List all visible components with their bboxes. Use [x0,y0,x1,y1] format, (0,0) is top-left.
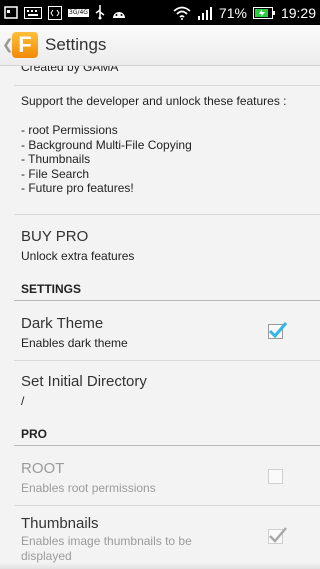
keyboard-icon [24,6,42,19]
section-header-settings: SETTINGS [21,282,82,296]
checkmark-icon [268,322,288,339]
divider [14,360,320,361]
data-3g-4g-icon: 3G/4G [68,8,89,17]
page-title: Settings [45,35,107,54]
status-bar-left: 3G/4G [4,5,127,20]
settings-list[interactable]: Created by GAMA Support the developer an… [0,66,320,569]
battery-percent: 71% [218,4,247,21]
root-checkbox[interactable] [268,469,283,484]
initial-directory-summary: / [21,394,25,408]
action-bar: ❮ F Settings [0,25,320,66]
code-icon [48,5,62,20]
section-divider [14,445,320,446]
up-navigation-icon[interactable]: ❮ [2,37,14,53]
status-bar: 3G/4G 71% 19:29 [0,0,320,25]
status-bar-right: 71% 19:29 [173,5,316,21]
root-summary: Enables root permissions [21,481,156,495]
support-developer-text: Support the developer and unlock these f… [21,94,287,195]
thumbnails-title: Thumbnails [21,515,99,532]
section-header-pro: PRO [21,427,48,441]
dark-theme-title: Dark Theme [21,315,104,332]
section-divider [14,300,320,301]
wifi-icon [173,6,191,20]
bottom-shade [0,563,320,569]
battery-charging-icon [252,6,275,19]
divider [14,85,320,86]
buy-pro-summary: Unlock extra features [21,249,135,263]
thumbnails-summary: Enables image thumbnails to be displayed [21,534,192,563]
usb-icon [95,5,105,20]
signal-icon [197,6,213,20]
initial-directory-title: Set Initial Directory [21,373,147,390]
created-by-text: Created by GAMA [21,66,119,74]
root-title: ROOT [21,460,65,477]
android-icon [111,7,127,19]
buy-pro-title: BUY PRO [21,228,89,245]
dark-theme-summary: Enables dark theme [21,336,128,350]
clock: 19:29 [280,4,316,21]
app-icon[interactable]: F [12,32,38,58]
divider [14,214,320,215]
divider [14,505,320,506]
checkmark-icon [269,527,287,543]
notification-icon [4,6,18,19]
